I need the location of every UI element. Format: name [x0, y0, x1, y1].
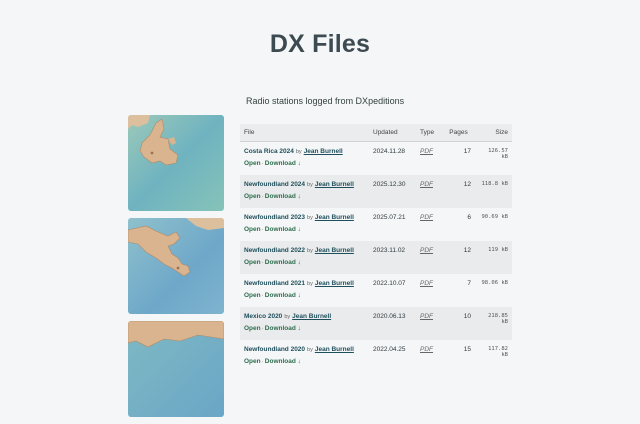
pdf-type-link[interactable]: PDF [420, 181, 433, 188]
column-header-pages[interactable]: Pages [442, 124, 475, 142]
file-title-link[interactable]: Newfoundland 2021 [244, 280, 305, 287]
file-title-link[interactable]: Newfoundland 2024 [244, 181, 305, 188]
page-count: 12 [442, 175, 475, 208]
by-label: by [307, 347, 313, 353]
file-size: 119 kB [475, 241, 512, 274]
pdf-type-link[interactable]: PDF [420, 346, 433, 353]
by-label: by [307, 182, 313, 188]
newfoundland-map-thumbnail[interactable] [128, 115, 224, 211]
file-size: 218.85 kB [475, 307, 512, 340]
author-link[interactable]: Jean Burnell [315, 247, 354, 254]
files-table: File Updated Type Pages Size Costa Rica … [240, 124, 512, 373]
updated-date: 2020.06.13 [369, 307, 416, 340]
download-link[interactable]: Download ↓ [265, 226, 301, 233]
column-header-size[interactable]: Size [475, 124, 512, 142]
pdf-type-link[interactable]: PDF [420, 280, 433, 287]
table-row: Costa Rica 2024 by Jean Burnell Open·Downl… [240, 142, 512, 176]
page-count: 6 [467, 214, 471, 221]
author-link[interactable]: Jean Burnell [315, 346, 354, 353]
open-link[interactable]: Open [244, 226, 261, 233]
open-link[interactable]: Open [244, 292, 261, 299]
file-size: 118.8 kB [475, 175, 512, 208]
author-link[interactable]: Jean Burnell [292, 313, 331, 320]
column-header-type[interactable]: Type [416, 124, 442, 142]
table-row: Newfoundland 2021 by Jean Burnell Open·Dow… [240, 274, 512, 307]
by-label: by [307, 281, 313, 287]
table-row: Newfoundland 2023 by Jean Burnell Open·Dow… [240, 208, 512, 241]
open-link[interactable]: Open [244, 358, 261, 365]
author-link[interactable]: Jean Burnell [315, 181, 354, 188]
page-count: 17 [463, 148, 471, 155]
pdf-type-link[interactable]: PDF [420, 313, 433, 320]
file-title-link[interactable]: Costa Rica 2024 [244, 148, 294, 155]
by-label: by [284, 314, 291, 320]
updated-date: 2025.12.30 [369, 175, 416, 208]
table-header-row: File Updated Type Pages Size [240, 124, 512, 142]
updated-date: 2024.11.28 [373, 148, 406, 155]
page-count: 12 [442, 241, 475, 274]
map-thumbnails [128, 115, 224, 424]
table-row: Newfoundland 2024 by Jean Burnell Open·Dow… [240, 175, 512, 208]
updated-date: 2025.07.21 [373, 214, 406, 221]
page-subtitle: Radio stations logged from DXpeditions [246, 96, 405, 106]
column-header-updated[interactable]: Updated [369, 124, 416, 142]
open-link[interactable]: Open [244, 325, 261, 332]
table-row: Newfoundland 2020 by Jean Burnell Open·Dow… [240, 340, 512, 373]
file-title-link[interactable]: Newfoundland 2020 [244, 346, 305, 353]
file-list: Costa Rica 2024 by Jean Burnell Open·Downl… [240, 142, 512, 374]
download-link[interactable]: Download ↓ [265, 193, 301, 200]
file-title-link[interactable]: Mexico 2020 [244, 313, 282, 320]
pdf-type-link[interactable]: PDF [420, 148, 433, 155]
updated-date: 2023.11.02 [369, 241, 416, 274]
page-count: 15 [463, 346, 471, 353]
file-title-link[interactable]: Newfoundland 2023 [244, 214, 305, 221]
file-size: 90.69 kB [481, 214, 509, 220]
download-link[interactable]: Download ↓ [265, 358, 301, 365]
table-row: Newfoundland 2022 by Jean Burnell Open·Dow… [240, 241, 512, 274]
mexico-coast-map-thumbnail[interactable] [128, 321, 224, 417]
by-label: by [307, 248, 313, 254]
page-title: DX Files [269, 30, 371, 58]
by-label: by [307, 215, 313, 221]
pdf-type-link[interactable]: PDF [420, 247, 433, 254]
page-count: 7 [467, 280, 471, 287]
open-link[interactable]: Open [244, 193, 261, 200]
updated-date: 2022.10.07 [373, 280, 406, 287]
download-link[interactable]: Download ↓ [265, 259, 301, 266]
column-header-file[interactable]: File [240, 124, 369, 142]
pdf-type-link[interactable]: PDF [420, 214, 433, 221]
author-link[interactable]: Jean Burnell [315, 280, 354, 287]
download-link[interactable]: Download ↓ [265, 160, 301, 167]
author-link[interactable]: Jean Burnell [304, 148, 343, 155]
file-size: 98.06 kB [481, 280, 509, 286]
open-link[interactable]: Open [244, 160, 261, 167]
file-title-link[interactable]: Newfoundland 2022 [244, 247, 305, 254]
author-link[interactable]: Jean Burnell [315, 214, 354, 221]
file-size: 117.82 kB [488, 346, 508, 358]
by-label: by [295, 149, 302, 155]
download-link[interactable]: Download ↓ [265, 292, 301, 299]
file-size: 126.57 kB [488, 148, 508, 160]
updated-date: 2022.04.25 [373, 346, 406, 353]
open-link[interactable]: Open [244, 259, 261, 266]
central-america-map-thumbnail[interactable] [128, 218, 224, 314]
download-link[interactable]: Download ↓ [265, 325, 301, 332]
page-count: 10 [442, 307, 475, 340]
table-row: Mexico 2020 by Jean Burnell Open·Download … [240, 307, 512, 340]
